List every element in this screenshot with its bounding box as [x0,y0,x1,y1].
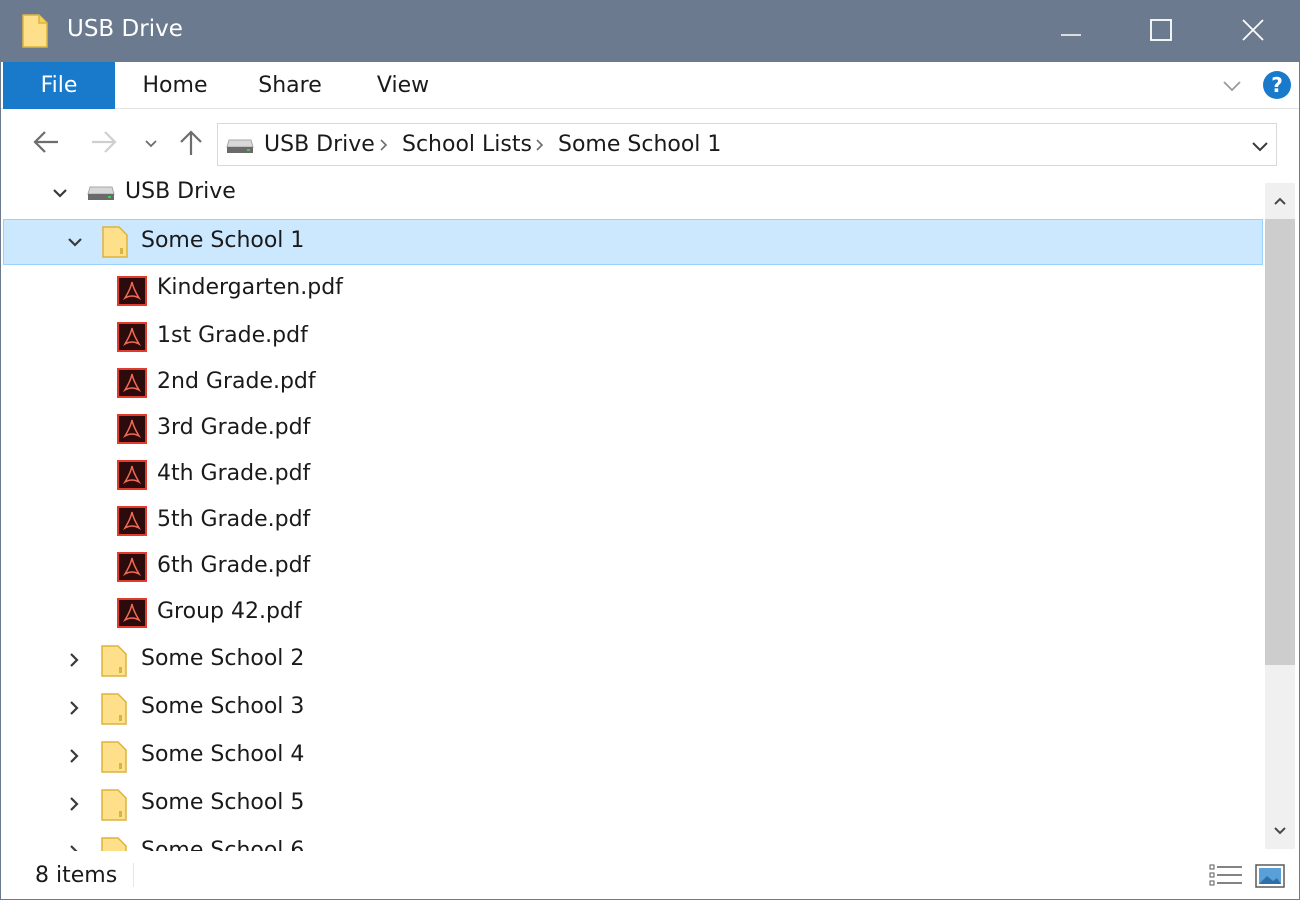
chevron-right-icon[interactable] [378,136,390,158]
large-icons-view-icon[interactable] [1255,863,1285,889]
expand-ribbon-button[interactable] [1217,74,1247,98]
tree-item-label: Some School 1 [141,228,305,253]
back-button[interactable] [26,124,66,164]
tree-item-label: Some School 6 [141,838,305,851]
folder-icon [101,645,127,681]
chevron-right-icon[interactable] [63,841,85,851]
folder-icon [101,741,127,777]
tree-item-label: Kindergarten.pdf [157,275,343,300]
chevron-down-icon[interactable] [49,182,71,204]
tree-item-label: Some School 3 [141,694,305,719]
maximize-icon [1150,18,1172,45]
folder-icon [101,789,127,825]
tree-item-pdf[interactable]: 2nd Grade.pdf [3,361,1263,407]
chevron-down-icon[interactable] [64,231,86,253]
window-title: USB Drive [67,16,183,42]
arrow-up-icon [179,128,203,160]
tree-item-pdf[interactable]: Group 42.pdf [3,591,1263,637]
tree-item-label: 1st Grade.pdf [157,323,308,348]
pdf-file-icon [117,276,147,310]
tree-item-label: 2nd Grade.pdf [157,369,316,394]
folder-tree: USB Drive Some School 1 Kindergarten.pdf… [3,178,1265,851]
tree-item-pdf[interactable]: Kindergarten.pdf [3,267,1263,313]
tree-item-label: Group 42.pdf [157,599,302,624]
title-bar[interactable]: USB Drive [1,1,1299,62]
explorer-window: USB Drive File Home Share View ? USB Dri… [0,0,1300,900]
tree-item-label: Some School 5 [141,790,305,815]
pdf-file-icon [117,552,147,586]
minimize-button[interactable] [1025,1,1117,62]
close-button[interactable] [1207,1,1299,62]
arrow-right-icon [90,130,118,158]
tree-item-label: Some School 4 [141,742,305,767]
tree-item-some-school-6[interactable]: Some School 6 [3,830,1263,851]
status-bar: 8 items [1,851,1299,899]
chevron-right-icon[interactable] [63,649,85,671]
scroll-thumb[interactable] [1265,219,1295,665]
chevron-right-icon[interactable] [63,745,85,767]
folder-icon [21,14,49,48]
tab-share[interactable]: Share [245,62,335,109]
tab-home[interactable]: Home [127,62,223,109]
chevron-down-icon [143,135,159,154]
navigation-bar: USB Drive School Lists Some School 1 [1,110,1299,178]
folder-icon [101,837,127,851]
ribbon-tabs: File Home Share View ? [1,62,1299,109]
folder-icon [102,226,128,262]
scroll-down-button[interactable] [1265,813,1295,849]
scroll-up-button[interactable] [1265,183,1295,219]
pdf-file-icon [117,598,147,632]
up-button[interactable] [171,124,211,164]
status-divider [133,863,134,887]
details-view-icon[interactable] [1209,863,1243,889]
tree-item-pdf[interactable]: 4th Grade.pdf [3,453,1263,499]
pdf-file-icon [117,368,147,402]
maximize-button[interactable] [1115,1,1207,62]
chevron-right-icon[interactable] [63,793,85,815]
tree-item-label: 6th Grade.pdf [157,553,311,578]
recent-locations-button[interactable] [137,124,165,164]
item-count: 8 items [35,863,118,888]
vertical-scrollbar[interactable] [1265,183,1295,849]
tree-item-pdf[interactable]: 5th Grade.pdf [3,499,1263,545]
pdf-file-icon [117,322,147,356]
tree-item-label: Some School 2 [141,646,305,671]
tree-item-some-school-1[interactable]: Some School 1 [3,219,1263,265]
pdf-file-icon [117,460,147,494]
tab-file[interactable]: File [3,62,115,109]
drive-icon [87,185,115,205]
address-history-button[interactable] [1246,132,1274,160]
tree-item-label: 5th Grade.pdf [157,507,311,532]
breadcrumb-some-school-1[interactable]: Some School 1 [558,132,721,157]
close-icon [1242,18,1264,45]
tree-item-some-school-4[interactable]: Some School 4 [3,734,1263,780]
tree-item-label: USB Drive [125,179,236,204]
chevron-right-icon[interactable] [63,697,85,719]
tree-item-some-school-2[interactable]: Some School 2 [3,638,1263,684]
arrow-left-icon [32,130,60,158]
forward-button[interactable] [84,124,124,164]
drive-icon [226,138,254,158]
tree-item-some-school-3[interactable]: Some School 3 [3,686,1263,732]
tree-item-pdf[interactable]: 3rd Grade.pdf [3,407,1263,453]
pdf-file-icon [117,414,147,448]
tree-item-pdf[interactable]: 6th Grade.pdf [3,545,1263,591]
tree-item-pdf[interactable]: 1st Grade.pdf [3,315,1263,361]
pdf-file-icon [117,506,147,540]
folder-icon [101,693,127,729]
breadcrumb-usb-drive[interactable]: USB Drive [264,132,375,157]
address-bar[interactable]: USB Drive School Lists Some School 1 [217,123,1277,166]
breadcrumb-school-lists[interactable]: School Lists [402,132,532,157]
chevron-right-icon[interactable] [534,136,546,158]
tree-item-usb-drive[interactable]: USB Drive [3,178,1263,217]
minimize-icon [1060,22,1082,41]
tab-view[interactable]: View [357,62,449,109]
tree-item-label: 4th Grade.pdf [157,461,311,486]
help-button[interactable]: ? [1263,71,1291,99]
tree-item-some-school-5[interactable]: Some School 5 [3,782,1263,828]
tree-item-label: 3rd Grade.pdf [157,415,311,440]
